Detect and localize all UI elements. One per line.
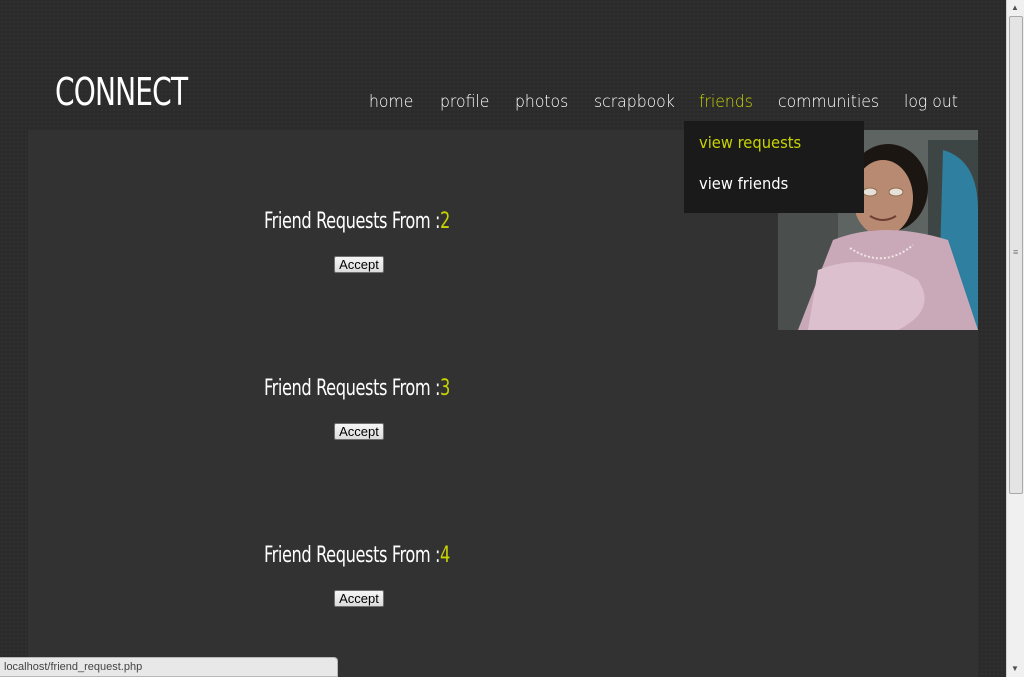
grip-icon: ≡ — [1013, 247, 1019, 257]
nav-logout[interactable]: log out — [904, 92, 958, 112]
dropdown-view-friends[interactable]: view friends — [699, 174, 788, 193]
dropdown-view-requests[interactable]: view requests — [699, 133, 801, 152]
accept-button[interactable]: Accept — [334, 423, 384, 440]
main-nav: home profile photos scrapbook friends co… — [0, 92, 1000, 116]
request-from-id: 3 — [440, 376, 450, 401]
request-title: Friend Requests From :3 — [264, 376, 450, 401]
accept-button[interactable]: Accept — [334, 590, 384, 607]
request-prefix: Friend Requests From : — [264, 543, 441, 568]
request-from-id: 4 — [440, 543, 450, 568]
friends-dropdown: view requests view friends — [684, 121, 864, 213]
request-prefix: Friend Requests From : — [264, 209, 441, 234]
nav-communities[interactable]: communities — [778, 92, 879, 112]
scroll-down-icon[interactable]: ▼ — [1011, 664, 1019, 673]
nav-scrapbook[interactable]: scrapbook — [594, 92, 675, 112]
nav-friends[interactable]: friends — [699, 92, 753, 112]
nav-home[interactable]: home — [369, 92, 413, 112]
vertical-scrollbar[interactable]: ▲ ≡ ▼ — [1006, 0, 1024, 677]
request-title: Friend Requests From :4 — [264, 543, 450, 568]
scroll-up-icon[interactable]: ▲ — [1011, 3, 1019, 12]
nav-photos[interactable]: photos — [515, 92, 568, 112]
request-prefix: Friend Requests From : — [264, 376, 441, 401]
status-bar-url: localhost/friend_request.php — [0, 657, 338, 677]
nav-profile[interactable]: profile — [440, 92, 489, 112]
scrollbar-thumb[interactable]: ≡ — [1009, 16, 1023, 494]
request-from-id: 2 — [440, 209, 450, 234]
request-title: Friend Requests From :2 — [264, 209, 450, 234]
accept-button[interactable]: Accept — [334, 256, 384, 273]
